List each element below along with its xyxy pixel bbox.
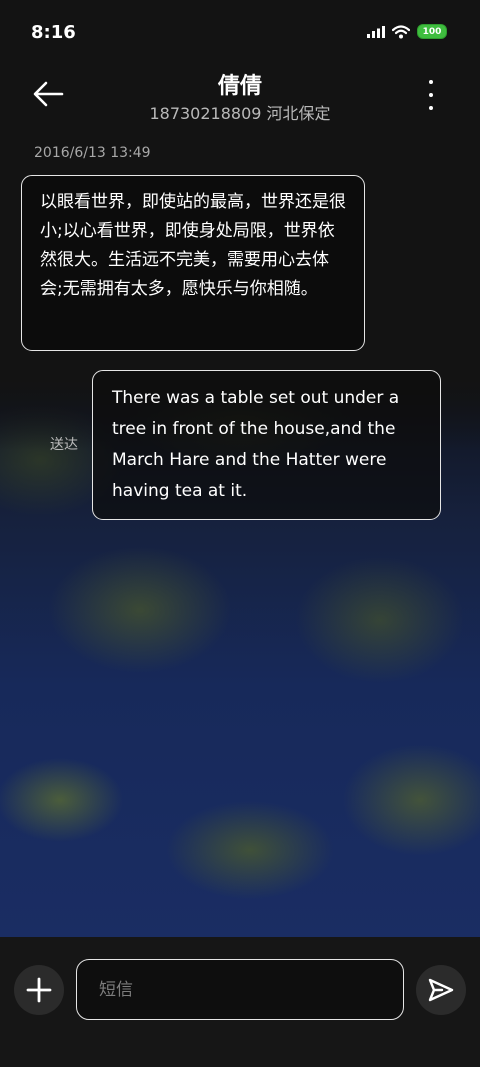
wifi-icon [392,24,410,38]
more-dot-icon [429,80,433,84]
more-dot-icon [429,93,433,97]
message-timestamp: 2016/6/13 13:49 [34,145,151,161]
outgoing-message-bubble[interactable]: There was a table set out under a tree i… [92,370,441,520]
more-options-button[interactable] [420,80,442,110]
battery-level: 100 [422,26,442,37]
send-button[interactable] [416,965,466,1015]
status-time: 8:16 [31,22,76,43]
attach-button[interactable] [14,965,64,1015]
sms-input[interactable] [76,959,404,1020]
more-dot-icon [429,106,433,110]
contact-name: 倩倩 [217,74,262,99]
contact-detail: 18730218809 河北保定 [149,104,331,123]
signal-icon [367,25,385,38]
battery-icon: 100 [417,24,447,39]
plus-icon [26,977,52,1003]
send-icon [428,978,454,1002]
incoming-message-bubble[interactable]: 以眼看世界，即使站的最高，世界还是很小;以心看世界，即使身处局限，世界依然很大。… [21,175,365,351]
status-icons: 100 [367,24,447,39]
delivery-status: 送达 [50,437,78,453]
